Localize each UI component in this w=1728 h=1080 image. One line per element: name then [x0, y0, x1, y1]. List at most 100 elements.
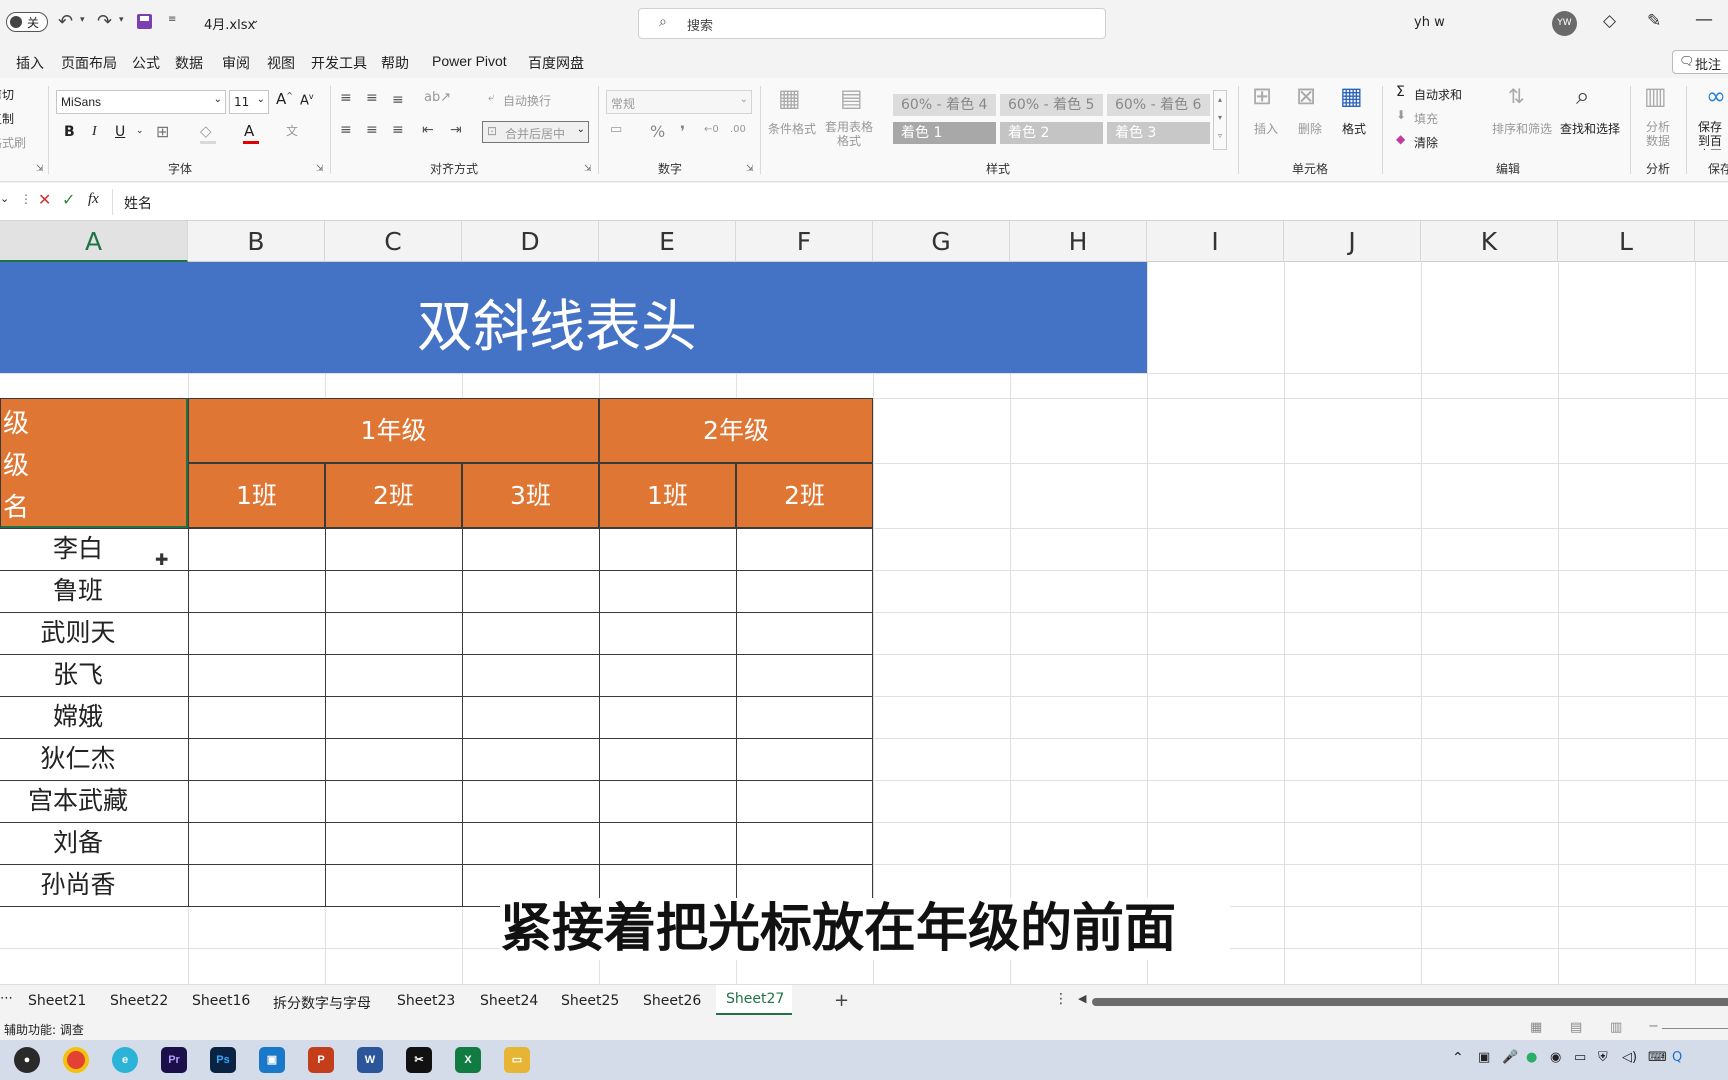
sort-filter-button[interactable]: 排序和筛选	[1492, 120, 1552, 137]
add-sheet-icon[interactable]: +	[834, 990, 849, 1011]
menu-baidu-netdisk[interactable]: 百度网盘	[528, 53, 584, 73]
font-dialog-launcher-icon[interactable]: ⇲	[316, 164, 324, 174]
page-layout-view-icon[interactable]: ▤	[1570, 1020, 1582, 1035]
zoom-out-icon[interactable]: −	[1648, 1019, 1659, 1034]
class-header[interactable]: 1班	[188, 463, 325, 528]
menu-formulas[interactable]: 公式	[132, 53, 160, 73]
style-accent1[interactable]: 着色 1	[893, 122, 996, 144]
video-app-icon[interactable]: ▣	[259, 1047, 285, 1073]
worksheet-grid[interactable]: 双斜线表头 级 级 名 1年级 2年级 1班 2班 3班 1班 2班 李白 鲁班…	[0, 262, 1728, 984]
sheet-tab[interactable]: Sheet23	[397, 993, 455, 1009]
avatar[interactable]: YW	[1552, 11, 1577, 36]
student-name-cell[interactable]: 武则天	[0, 612, 156, 654]
bold-button[interactable]: B	[64, 124, 75, 140]
alignment-dialog-launcher-icon[interactable]: ⇲	[584, 164, 592, 174]
style-accent5-60[interactable]: 60% - 着色 5	[1000, 94, 1103, 116]
save-icon[interactable]	[137, 14, 152, 29]
header-corner-cell[interactable]: 级 级 名	[0, 398, 188, 528]
sheet-tab[interactable]: Sheet25	[561, 993, 619, 1009]
comments-button[interactable]: 🗨 批注	[1672, 50, 1728, 74]
chrome-icon[interactable]	[63, 1047, 89, 1073]
autosum-icon[interactable]: Σ	[1396, 84, 1405, 100]
class-header[interactable]: 3班	[462, 463, 599, 528]
formula-input[interactable]: 姓名	[124, 193, 152, 213]
increase-indent-icon[interactable]: ⇥	[450, 122, 462, 138]
menu-data[interactable]: 数据	[175, 53, 203, 73]
style-accent3[interactable]: 着色 3	[1107, 122, 1210, 144]
student-name-cell[interactable]: 刘备	[0, 822, 156, 864]
align-middle-icon[interactable]: ≡	[366, 90, 378, 106]
undo-dropdown-icon[interactable]: ▾	[80, 15, 85, 25]
sheet-tab[interactable]: Sheet21	[28, 993, 86, 1009]
table-format-icon[interactable]: ▤	[840, 84, 863, 112]
sheet-tab[interactable]: Sheet26	[643, 993, 701, 1009]
normal-view-icon[interactable]: ▦	[1530, 1020, 1542, 1035]
comma-style-icon[interactable]: ❜	[680, 122, 685, 141]
autosave-toggle[interactable]: 关	[6, 12, 48, 32]
table-format-button[interactable]: 套用表格格式	[824, 120, 874, 148]
menu-page-layout[interactable]: 页面布局	[61, 53, 117, 73]
analyze-data-icon[interactable]: ▥	[1644, 82, 1667, 110]
style-accent2[interactable]: 着色 2	[1000, 122, 1103, 144]
italic-button[interactable]: I	[92, 124, 97, 140]
class-header[interactable]: 2班	[736, 463, 873, 528]
analyze-data-button[interactable]: 分析数据	[1646, 120, 1674, 148]
col-header-g[interactable]: G	[873, 221, 1010, 262]
grade-2-header[interactable]: 2年级	[599, 398, 873, 463]
clear-button[interactable]: 清除	[1414, 134, 1438, 151]
baidu-save-button[interactable]: 保存到百度网盘	[1698, 120, 1728, 150]
capcut-icon[interactable]: ✂	[406, 1047, 432, 1073]
zoom-slider[interactable]	[1662, 1028, 1728, 1029]
name-box-chevron-icon[interactable]: ⌄	[0, 192, 9, 205]
delete-cells-button[interactable]: 删除	[1298, 120, 1322, 137]
baidu-save-icon[interactable]: ∞	[1706, 82, 1726, 110]
fill-color-icon[interactable]: ◇	[200, 122, 212, 140]
premiere-icon[interactable]: Pr	[161, 1047, 187, 1073]
align-center-icon[interactable]: ≡	[366, 122, 378, 138]
security-icon[interactable]: ⛨	[1598, 1050, 1608, 1065]
autosum-button[interactable]: 自动求和	[1414, 86, 1462, 103]
accounting-format-icon[interactable]: ▭	[610, 122, 622, 137]
more-icon[interactable]: ⋮	[20, 192, 32, 206]
tab-scroll-icon[interactable]: ⋯	[0, 991, 13, 1006]
percent-button[interactable]: %	[650, 122, 665, 141]
font-color-button[interactable]: A	[244, 122, 254, 140]
number-dialog-launcher-icon[interactable]: ⇲	[746, 164, 754, 174]
menu-review[interactable]: 审阅	[222, 53, 250, 73]
qq-icon[interactable]: ◉	[1550, 1050, 1561, 1065]
insert-function-button[interactable]: fx	[88, 191, 99, 208]
col-header-a[interactable]: A	[0, 221, 188, 262]
cancel-icon[interactable]: ✕	[38, 190, 51, 209]
styles-scroll[interactable]: ▴ ▾ ▿	[1213, 90, 1227, 150]
diamond-icon[interactable]: ◇	[1603, 11, 1616, 31]
sheet-tab[interactable]: Sheet16	[192, 993, 250, 1009]
network-icon[interactable]: ▭	[1574, 1050, 1586, 1065]
underline-button[interactable]: U	[115, 124, 125, 140]
chevron-down-icon[interactable]: ⌄	[136, 126, 144, 136]
insert-cells-button[interactable]: 插入	[1254, 120, 1278, 137]
sheet-tab-active[interactable]: Sheet27	[716, 985, 792, 1015]
student-name-cell[interactable]: 孙尚香	[0, 864, 156, 906]
menu-help[interactable]: 帮助	[381, 53, 409, 73]
fill-icon[interactable]: ⬇	[1396, 108, 1406, 122]
menu-developer[interactable]: 开发工具	[311, 53, 367, 73]
photoshop-icon[interactable]: Ps	[210, 1047, 236, 1073]
student-name-cell[interactable]: 张飞	[0, 654, 156, 696]
sheet-tab[interactable]: Sheet22	[110, 993, 168, 1009]
pen-icon[interactable]: ✎	[1647, 11, 1661, 31]
align-left-icon[interactable]: ≡	[340, 122, 352, 138]
decrease-decimal-icon[interactable]: .00	[730, 124, 746, 135]
wrap-text-icon[interactable]: ⤶	[488, 90, 495, 105]
eraser-icon[interactable]: ◆	[1396, 132, 1405, 146]
find-select-button[interactable]: 查找和选择	[1560, 120, 1620, 137]
customize-qat-icon[interactable]: ≡	[168, 14, 176, 25]
increase-font-icon[interactable]: A^	[276, 90, 293, 108]
tray-icon[interactable]: ▣	[1478, 1050, 1490, 1065]
font-name-select[interactable]: MiSans ⌄	[56, 90, 226, 114]
file-name-chevron-icon[interactable]: ⌄	[251, 15, 259, 26]
fill-button[interactable]: 填充	[1414, 110, 1438, 127]
phonetic-icon[interactable]: 文	[286, 122, 298, 139]
class-header[interactable]: 1班	[599, 463, 736, 528]
style-accent4-60[interactable]: 60% - 着色 4	[893, 94, 996, 116]
sheet-tab[interactable]: Sheet24	[480, 993, 538, 1009]
